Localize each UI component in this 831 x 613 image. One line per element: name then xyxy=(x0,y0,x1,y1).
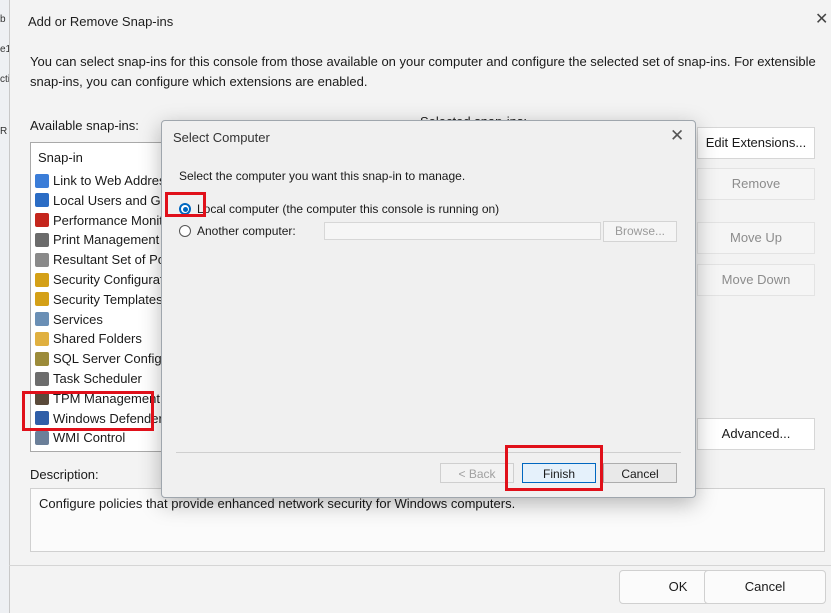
dialog-title: Add or Remove Snap-ins xyxy=(28,14,174,29)
advanced-button[interactable]: Advanced... xyxy=(697,418,815,450)
snapin-label: Task Scheduler xyxy=(53,371,142,386)
snapin-label: Windows Defender Firewall xyxy=(53,410,163,426)
snapin-label: Security Templates xyxy=(53,291,163,307)
remove-button[interactable]: Remove xyxy=(697,168,815,200)
modal-cancel-button[interactable]: Cancel xyxy=(603,463,677,483)
snapin-label: Link to Web Address xyxy=(53,173,164,188)
services-gear-icon xyxy=(35,312,49,327)
snapin-list-item[interactable]: Task Scheduler xyxy=(35,369,142,388)
snapin-label: Local Users and Groups xyxy=(53,192,163,208)
snapin-list-item[interactable]: Windows Defender Firewall xyxy=(35,409,163,428)
snapin-list-item[interactable]: Print Management xyxy=(35,230,159,249)
available-snapins-list[interactable]: Snap-in Link to Web Address Local Users a… xyxy=(30,142,164,452)
tpm-chip-icon xyxy=(35,391,49,406)
close-icon[interactable]: ✕ xyxy=(815,9,828,29)
modal-divider xyxy=(176,452,681,453)
security-templates-icon xyxy=(35,292,49,307)
description-label: Description: xyxy=(30,467,99,482)
bg-fragment: b xyxy=(0,14,6,25)
intro-text: You can select snap-ins for this console… xyxy=(30,54,816,89)
bg-fragment: R xyxy=(0,126,8,137)
snapin-label: WMI Control xyxy=(53,430,126,446)
modal-title: Select Computer xyxy=(173,130,270,145)
printer-icon xyxy=(35,232,49,247)
snapin-list-item[interactable]: Resultant Set of Policy xyxy=(35,250,163,269)
snapin-list-item[interactable]: SQL Server Configuration xyxy=(35,349,163,368)
snapin-list-item[interactable]: WMI Control xyxy=(35,428,125,447)
wmi-icon xyxy=(35,430,49,445)
snapin-list-item[interactable]: Security Templates xyxy=(35,290,163,309)
snapin-label: Resultant Set of Policy xyxy=(53,252,163,268)
snapin-label: Performance Monitor xyxy=(53,212,164,228)
users-icon xyxy=(35,193,49,208)
snapin-label: Print Management xyxy=(53,232,160,248)
edit-extensions-button[interactable]: Edit Extensions... xyxy=(697,127,815,159)
browse-button[interactable]: Browse... xyxy=(603,221,677,242)
snapin-list-item[interactable]: Performance Monitor xyxy=(35,211,164,230)
finish-button[interactable]: Finish xyxy=(522,463,596,483)
performance-icon xyxy=(35,213,49,228)
footer-divider xyxy=(9,565,831,566)
snapin-label: SQL Server Configuration xyxy=(53,351,163,367)
snapin-list-item[interactable]: Services xyxy=(35,310,103,329)
local-computer-radio[interactable] xyxy=(179,203,191,215)
cancel-button[interactable]: Cancel xyxy=(704,570,826,604)
move-down-button[interactable]: Move Down xyxy=(697,264,815,296)
snapin-list-item[interactable]: Local Users and Groups xyxy=(35,191,163,210)
snapin-label: Shared Folders xyxy=(53,331,142,347)
web-link-icon xyxy=(35,173,49,188)
firewall-icon xyxy=(35,411,49,426)
another-computer-radio[interactable] xyxy=(179,225,191,237)
local-computer-option[interactable]: Local computer (the computer this consol… xyxy=(179,201,499,217)
security-config-icon xyxy=(35,272,49,287)
clock-icon xyxy=(35,371,49,386)
snapin-list-item[interactable]: Shared Folders xyxy=(35,329,142,348)
policy-icon xyxy=(35,252,49,267)
available-snapins-label: Available snap-ins: xyxy=(30,118,139,133)
modal-close-icon[interactable]: ✕ xyxy=(670,126,684,146)
snapin-column-header[interactable]: Snap-in xyxy=(38,150,83,165)
snapin-label: Security Configuration xyxy=(53,272,163,287)
another-computer-input[interactable] xyxy=(324,222,601,240)
another-computer-option[interactable]: Another computer: xyxy=(179,223,296,239)
snapin-label: TPM Management xyxy=(53,390,160,406)
description-text: Configure policies that provide enhanced… xyxy=(39,496,516,511)
another-computer-label: Another computer: xyxy=(197,224,296,238)
sql-server-icon xyxy=(35,351,49,366)
snapin-list-item[interactable]: TPM Management xyxy=(35,389,160,408)
move-up-button[interactable]: Move Up xyxy=(697,222,815,254)
snapin-list-item[interactable]: Link to Web Address xyxy=(35,171,164,190)
select-computer-dialog: Select Computer ✕ Select the computer yo… xyxy=(161,120,696,498)
snapin-label: Services xyxy=(53,311,103,327)
shared-folder-icon xyxy=(35,331,49,346)
local-computer-label: Local computer (the computer this consol… xyxy=(197,202,500,216)
snapin-list-item[interactable]: Security Configuration xyxy=(35,270,163,289)
modal-prompt: Select the computer you want this snap-i… xyxy=(179,169,466,183)
back-button[interactable]: < Back xyxy=(440,463,514,483)
